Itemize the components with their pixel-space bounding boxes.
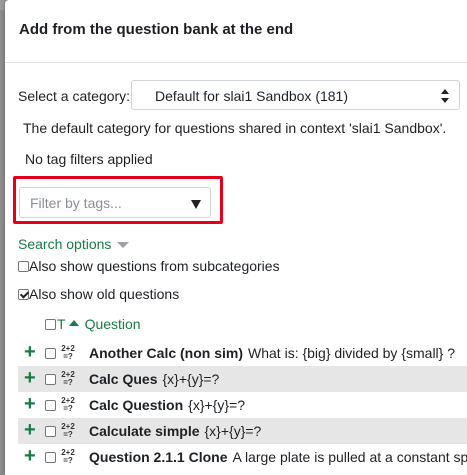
chevron-down-icon	[117, 242, 130, 249]
old-questions-checkbox[interactable]	[18, 289, 29, 300]
question-text: {x}+{y}=?	[162, 371, 220, 387]
calculated-question-icon: 2+2 =?	[61, 449, 75, 465]
qicon-bottom: =?	[63, 430, 73, 439]
question-cell: Calculate simple {x}+{y}=?	[89, 423, 261, 439]
table-row[interactable]: +2+2 =? Calc Ques {x}+{y}=?	[18, 366, 467, 392]
category-label: Select a category:	[18, 88, 131, 104]
calculated-question-icon: 2+2 =?	[61, 397, 75, 413]
type-column-header[interactable]: T	[57, 316, 66, 332]
add-question-icon[interactable]: +	[24, 446, 36, 466]
dialog-header: Add from the question bank at the end	[5, 0, 467, 63]
question-bank-dialog: Add from the question bank at the end Se…	[5, 0, 467, 475]
category-row: Select a category: Default for slai1 San…	[18, 80, 467, 112]
question-name: Question 2.1.1 Clone	[89, 449, 228, 465]
old-questions-option: Also show old questions	[18, 286, 179, 302]
question-cell: Question 2.1.1 Clone A large plate is pul…	[89, 449, 467, 465]
sort-ascending-icon	[68, 320, 79, 326]
question-name: Calc Ques	[89, 371, 158, 387]
subcategories-label[interactable]: Also show questions from subcategories	[29, 258, 280, 274]
question-cell: Calc Ques {x}+{y}=?	[89, 371, 219, 387]
question-text: {x}+{y}=?	[188, 397, 245, 413]
table-row[interactable]: +2+2 =? Calculate simple {x}+{y}=?	[18, 418, 467, 444]
qicon-bottom: =?	[63, 378, 73, 387]
question-cell: Another Calc (non sim) What is: {big} div…	[89, 345, 455, 361]
calculated-question-icon: 2+2 =?	[61, 371, 75, 387]
qicon-bottom: =?	[63, 404, 73, 413]
table-header: T Question	[45, 316, 141, 332]
category-select[interactable]: Default for slai1 Sandbox (181)	[131, 80, 460, 110]
table-row[interactable]: +2+2 =? Calc Question {x}+{y}=?	[18, 392, 467, 418]
question-column-header[interactable]: Question	[85, 316, 141, 332]
question-checkbox[interactable]	[45, 426, 56, 437]
question-name: Another Calc (non sim)	[89, 345, 244, 361]
category-description: The default category for questions share…	[23, 120, 447, 136]
old-questions-label[interactable]: Also show old questions	[29, 286, 179, 302]
tag-filter-placeholder: Filter by tags...	[30, 195, 122, 211]
qicon-bottom: =?	[63, 352, 73, 361]
question-name: Calc Question	[89, 397, 184, 413]
question-checkbox[interactable]	[45, 374, 56, 385]
search-options-toggle[interactable]: Search options	[18, 236, 130, 252]
add-question-icon[interactable]: +	[24, 342, 36, 362]
dropdown-caret-icon[interactable]	[191, 200, 201, 209]
select-all-checkbox[interactable]	[45, 319, 56, 330]
subcategories-checkbox[interactable]	[18, 261, 29, 272]
question-cell: Calc Question {x}+{y}=?	[89, 397, 245, 413]
dialog-title: Add from the question bank at the end	[19, 21, 294, 38]
question-text: What is: {big} divided by {small} ?	[248, 345, 456, 361]
question-checkbox[interactable]	[45, 452, 56, 463]
question-text: A large plate is pulled at a constant sp	[232, 449, 467, 465]
table-row[interactable]: +2+2 =? Another Calc (non sim) What is: {bi…	[18, 340, 467, 366]
calculated-question-icon: 2+2 =?	[61, 345, 75, 361]
add-question-icon[interactable]: +	[24, 394, 36, 414]
search-options-label: Search options	[18, 236, 112, 252]
subcategories-option: Also show questions from subcategories	[18, 258, 280, 274]
select-arrows-icon	[441, 89, 449, 103]
add-question-icon[interactable]: +	[24, 420, 36, 440]
question-text: {x}+{y}=?	[204, 423, 262, 439]
tag-filter-input[interactable]: Filter by tags...	[19, 187, 211, 218]
add-question-icon[interactable]: +	[24, 368, 36, 388]
question-name: Calculate simple	[89, 423, 200, 439]
table-row[interactable]: +2+2 =? Question 2.1.1 Clone A large plate …	[18, 444, 467, 470]
tag-filter-status: No tag filters applied	[25, 151, 153, 167]
calculated-question-icon: 2+2 =?	[61, 423, 75, 439]
category-selected-value: Default for slai1 Sandbox (181)	[155, 88, 348, 104]
question-checkbox[interactable]	[45, 348, 56, 359]
question-checkbox[interactable]	[45, 400, 56, 411]
